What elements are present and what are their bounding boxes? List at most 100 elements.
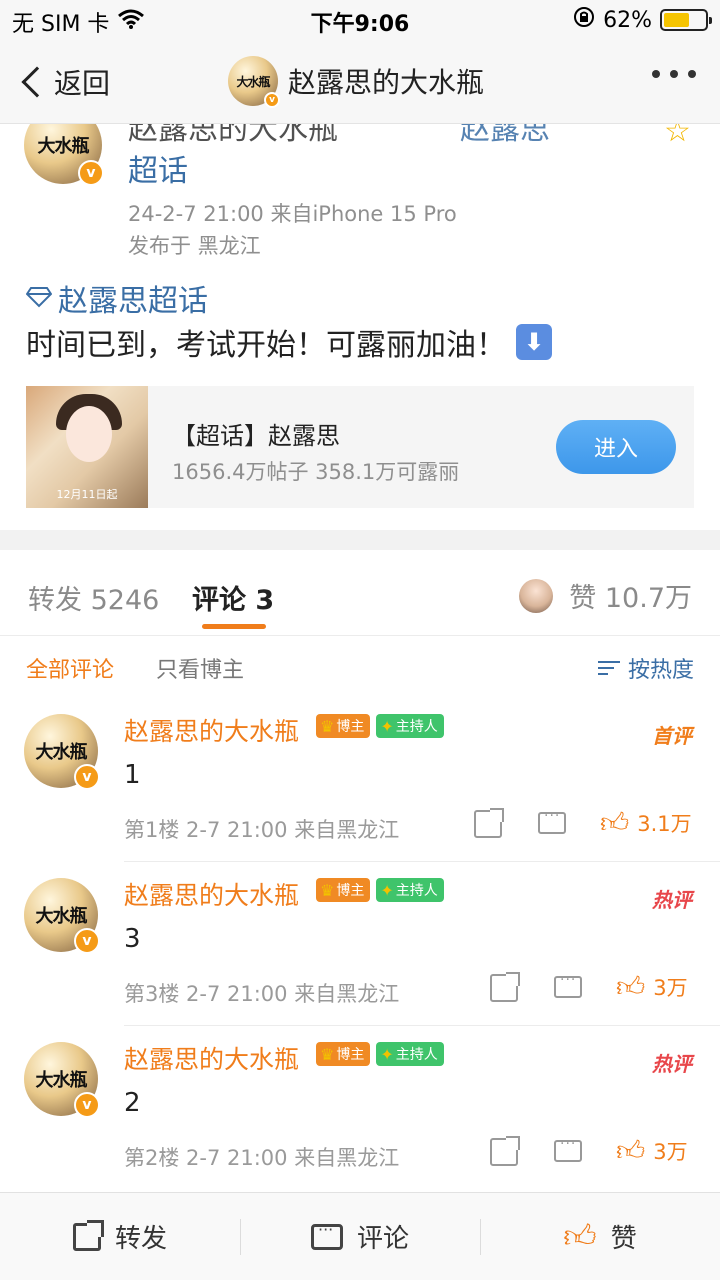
- bottom-action-bar: 转发 评论 👍︎ 赞: [0, 1192, 720, 1280]
- comment-item: 大水瓶 v 赵露思的大水瓶 ♛ 博主 ✦ 主持人 首评 1 第1楼 2-7 21:0…: [0, 698, 720, 862]
- back-button[interactable]: 返回: [20, 62, 110, 102]
- share-icon[interactable]: [490, 1136, 520, 1166]
- thumbs-up-icon: 👍︎: [563, 1217, 597, 1255]
- post-author-name[interactable]: 赵露思的大水瓶: [128, 124, 338, 148]
- thumbs-up-icon: 👍︎: [616, 1134, 646, 1167]
- tab-comment[interactable]: 评论 3: [192, 578, 274, 617]
- blogger-badge-label: 博主: [336, 1047, 365, 1063]
- star-icon: ☆: [664, 124, 691, 149]
- reply-icon[interactable]: [554, 972, 582, 998]
- post-author-link[interactable]: 赵露思: [460, 124, 550, 148]
- comment-like-count: 3.1万: [637, 812, 692, 836]
- more-dot-icon: [670, 70, 678, 78]
- avatar-text: 大水瓶: [35, 906, 88, 927]
- comment-like-button[interactable]: 👍︎ 3万: [616, 970, 688, 1004]
- comment-author[interactable]: 赵露思的大水瓶: [124, 1040, 299, 1076]
- like-label: 赞: [610, 1224, 637, 1254]
- comment-like-count: 3万: [653, 976, 688, 1000]
- post-location: 发布于 黑龙江: [128, 234, 261, 258]
- share-icon[interactable]: [474, 808, 504, 838]
- liker-avatar: [519, 578, 554, 613]
- chaohua-card[interactable]: 12月11日起 【超话】赵露思 1656.4万帖子 358.1万可露丽 进入: [26, 386, 694, 508]
- verified-icon: v: [74, 1092, 100, 1118]
- nav-bar: 返回 大水瓶 v 赵露思的大水瓶: [0, 40, 720, 124]
- comment-like-button[interactable]: 👍︎ 3.1万: [600, 806, 692, 840]
- share-icon: [72, 1219, 104, 1251]
- sort-label: 按热度: [627, 658, 694, 683]
- comment-avatar[interactable]: 大水瓶 v: [24, 1042, 100, 1118]
- comment-meta: 第1楼 2-7 21:00 来自黑龙江: [124, 818, 400, 842]
- post-time-source: 24-2-7 21:00 来自iPhone 15 Pro: [128, 202, 457, 226]
- comment-author[interactable]: 赵露思的大水瓶: [124, 712, 299, 748]
- host-badge-label: 主持人: [395, 883, 438, 899]
- comment-like-button[interactable]: 👍︎ 3万: [616, 1134, 688, 1168]
- crown-icon: ♛: [320, 880, 335, 900]
- rotation-lock-icon: [573, 6, 595, 34]
- nav-title-text: 赵露思的大水瓶: [288, 66, 485, 99]
- tab-repost[interactable]: 转发 5246: [28, 578, 159, 617]
- sort-icon: [597, 659, 620, 677]
- hot-comment-tag: 热评: [652, 1052, 692, 1076]
- interaction-tabs: 转发 5246 评论 3 赞 10.7万: [0, 550, 720, 636]
- reply-icon[interactable]: [538, 808, 566, 834]
- section-gap: [0, 530, 720, 550]
- microphone-icon: ✦: [380, 880, 394, 900]
- comment-avatar[interactable]: 大水瓶 v: [24, 714, 100, 790]
- host-badge: ✦ 主持人: [376, 878, 444, 902]
- nav-avatar: 大水瓶 v: [228, 56, 280, 108]
- nav-title[interactable]: 大水瓶 v 赵露思的大水瓶: [228, 56, 485, 108]
- chaohua-thumbnail: 12月11日起: [26, 386, 148, 508]
- comment-item: 大水瓶 v 赵露思的大水瓶 ♛ 博主 ✦ 主持人 热评 2 第2楼 2-7 21:0…: [0, 1026, 720, 1190]
- topic-link[interactable]: 赵露思超话: [25, 276, 208, 320]
- thumb-caption: 12月11日起: [56, 488, 118, 501]
- back-label: 返回: [54, 67, 111, 100]
- hot-comment-tag: 热评: [652, 888, 692, 912]
- reply-icon[interactable]: [554, 1136, 582, 1162]
- comment-avatar[interactable]: 大水瓶 v: [24, 878, 100, 954]
- tab-active-indicator: [202, 624, 266, 629]
- share-icon[interactable]: [490, 972, 520, 1002]
- post-body: 时间已到，考试开始！可露丽加油！: [26, 328, 506, 363]
- thumb-face: [66, 406, 112, 462]
- verified-icon: v: [78, 160, 104, 186]
- comment-meta: 第3楼 2-7 21:00 来自黑龙江: [124, 982, 400, 1006]
- author-badges: ♛ 博主 ✦ 主持人: [316, 1042, 444, 1066]
- avatar-text: 大水瓶: [35, 742, 88, 763]
- crown-icon: ♛: [320, 1044, 335, 1064]
- tab-like[interactable]: 赞 10.7万: [519, 576, 692, 615]
- blogger-badge: ♛ 博主: [316, 1042, 371, 1066]
- filter-blogger-only[interactable]: 只看博主: [156, 652, 244, 684]
- card-title: 【超话】赵露思: [172, 422, 340, 450]
- repost-button[interactable]: 转发: [0, 1193, 240, 1280]
- host-badge: ✦ 主持人: [376, 714, 444, 738]
- comment-label: 评论: [356, 1224, 409, 1254]
- verified-icon: v: [74, 764, 100, 790]
- post-avatar[interactable]: 大水瓶 v: [24, 124, 104, 186]
- blogger-badge-label: 博主: [336, 719, 365, 735]
- avatar-text: 大水瓶: [35, 1070, 88, 1091]
- comment-text: 2: [124, 1088, 141, 1118]
- post: 大水瓶 v 赵露思的大水瓶 赵露思 ☆ 超话 24-2-7 21:00 来自iP…: [0, 124, 720, 530]
- tab-like-label: 赞 10.7万: [569, 583, 692, 614]
- comment-meta: 第2楼 2-7 21:00 来自黑龙江: [124, 1146, 400, 1170]
- battery-icon: [660, 9, 712, 31]
- enter-button[interactable]: 进入: [556, 420, 676, 474]
- battery-percent: 62%: [603, 7, 652, 33]
- blogger-badge: ♛ 博主: [316, 714, 371, 738]
- status-bar: 无 SIM 卡 下午9:06 62%: [0, 0, 720, 40]
- sort-button[interactable]: 按热度: [597, 652, 694, 684]
- like-button[interactable]: 👍︎ 赞: [480, 1193, 720, 1280]
- comment-button[interactable]: 评论: [240, 1193, 480, 1280]
- comment-author[interactable]: 赵露思的大水瓶: [124, 876, 299, 912]
- verified-icon: v: [264, 92, 280, 108]
- author-badges: ♛ 博主 ✦ 主持人: [316, 878, 444, 902]
- more-button[interactable]: [652, 70, 696, 78]
- comment-filter: 全部评论 只看博主 按热度: [0, 636, 720, 698]
- host-badge-label: 主持人: [395, 1047, 438, 1063]
- filter-all-comments[interactable]: 全部评论: [26, 652, 114, 684]
- more-dot-icon: [688, 70, 696, 78]
- comment-like-count: 3万: [653, 1140, 688, 1164]
- down-arrow-emoji-icon: ⬇: [516, 324, 552, 360]
- chaohua-link[interactable]: 超话: [128, 146, 188, 190]
- blogger-badge: ♛ 博主: [316, 878, 371, 902]
